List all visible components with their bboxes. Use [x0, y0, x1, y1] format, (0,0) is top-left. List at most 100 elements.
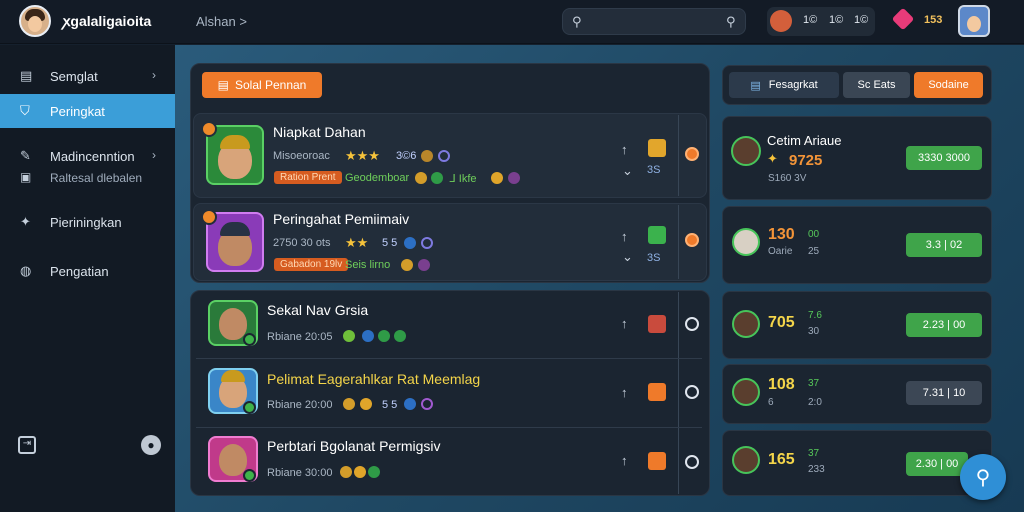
rank-card-sub: S160 3V: [768, 173, 807, 184]
score-pill[interactable]: 2.23 | 00: [906, 313, 982, 337]
score-pill[interactable]: 3330 3000: [906, 146, 982, 170]
profile-avatar[interactable]: [958, 5, 990, 37]
row-side-value: 3S: [647, 164, 661, 176]
shield-icon: [421, 237, 433, 249]
target-icon[interactable]: [685, 455, 699, 469]
arrow-up-icon[interactable]: ↑: [621, 385, 628, 400]
table-row[interactable]: [193, 203, 707, 281]
chevron-down-icon[interactable]: ⌄: [622, 249, 633, 265]
row-divider: [678, 205, 679, 279]
drop-icon: [404, 237, 416, 249]
avatar: [731, 136, 761, 166]
chest-icon: [648, 315, 666, 333]
stat-a: 1©: [803, 14, 818, 26]
search-input[interactable]: ⚲ ⚲: [562, 8, 746, 35]
sidebar-item-semglat[interactable]: ▤ Semglat ›: [0, 59, 175, 93]
trophy-icon: ⛉: [20, 103, 30, 118]
avatar: [732, 228, 760, 256]
sidebar-item-madincenntion[interactable]: ✎ Madincenntion ›: [0, 139, 175, 173]
rank-card-sub-b: 25: [808, 246, 820, 257]
arrow-up-icon[interactable]: ↑: [621, 316, 628, 331]
sidebar-item-label: Pengatian: [50, 264, 109, 279]
edit-icon: ✎: [20, 148, 31, 163]
gem-small-icon: [508, 172, 520, 184]
header-filter-button[interactable]: ▤ Solal Pennan: [202, 72, 322, 98]
leaf-icon: [378, 330, 390, 342]
check-icon: [243, 469, 256, 482]
avatar: [732, 446, 760, 474]
target-icon[interactable]: [685, 317, 699, 331]
table-row[interactable]: [193, 113, 707, 198]
sidebar-item-pieriningkan[interactable]: ✦ Pieriningkan: [0, 205, 175, 239]
list-icon: ▤: [750, 79, 761, 92]
score-pill[interactable]: 7.31 | 10: [906, 381, 982, 405]
settings-icon[interactable]: ●: [141, 435, 161, 455]
gem-small-icon: [418, 259, 430, 271]
sidebar-item-peringkat[interactable]: ⛉ Peringkat: [0, 94, 175, 128]
player-name: Sekal Nav Grsia: [267, 302, 369, 318]
user-avatar[interactable]: [19, 5, 51, 37]
search-submit-icon[interactable]: ⚲: [726, 14, 736, 30]
target-icon[interactable]: [685, 233, 699, 247]
player-stats: 1© 1© 1©: [767, 7, 875, 36]
check-icon: [243, 333, 256, 346]
sidebar-item-pengatian[interactable]: ◍ Pengatian: [0, 254, 175, 288]
row-separator: [196, 427, 702, 428]
arrow-up-icon[interactable]: ↑: [621, 229, 628, 244]
search-fab-button[interactable]: ⚲: [960, 454, 1006, 500]
drop-icon: [362, 330, 374, 342]
leaderboard-panel-bottom: [190, 290, 710, 496]
globe-icon: ◍: [20, 263, 32, 278]
mini-avatar: [770, 10, 792, 32]
chevron-down-icon[interactable]: ⌄: [622, 163, 633, 179]
player-sub: Misoeoroac: [273, 150, 330, 162]
score-pill[interactable]: 3.3 | 02: [906, 233, 982, 257]
stars-icon: ★★★: [345, 148, 380, 163]
rank-card-sub-b: 30: [808, 326, 820, 337]
star-icon: ✦: [767, 151, 778, 166]
leaf-icon: [431, 172, 443, 184]
shield-icon: [421, 398, 433, 410]
target-icon[interactable]: [685, 385, 699, 399]
stat-b: 1©: [829, 14, 844, 26]
tab-fesagrkat[interactable]: ▤ Fesagrkat: [729, 72, 839, 98]
arrow-up-icon[interactable]: ↑: [621, 453, 628, 468]
menu-icon: ▤: [20, 68, 33, 83]
sidebar: ▤ Semglat › ⛉ Peringkat ✎ Madincenntion …: [0, 45, 175, 512]
player-status: Geodemboar: [345, 172, 410, 184]
gem-value: 153: [924, 14, 943, 26]
rank-card-sub-b: 233: [808, 464, 825, 475]
stars-icon: ★★: [345, 235, 369, 250]
coin-icon: [343, 398, 355, 410]
shield-icon: [438, 150, 450, 162]
app-logo[interactable]: ꭗgalaligaioita: [63, 12, 151, 31]
arrow-up-icon[interactable]: ↑: [621, 142, 628, 157]
breadcrumb[interactable]: Alshan ˃: [196, 14, 247, 29]
sidebar-sub-label[interactable]: Raltesal dlebalen: [50, 171, 142, 185]
row-separator: [196, 358, 702, 359]
exit-icon[interactable]: ⇥: [18, 436, 36, 454]
list-icon: ▣: [20, 170, 32, 184]
chest-icon: [648, 226, 666, 244]
rank-card-value: 9725: [789, 152, 823, 169]
chevron-right-icon: ›: [152, 148, 156, 162]
coin-icon: [421, 150, 433, 162]
row-side-value: 3S: [647, 252, 661, 264]
rank-badge-icon: [201, 209, 217, 225]
rank-card-sub-a: 00: [808, 229, 820, 240]
tab-sodaine[interactable]: Sodaine: [914, 72, 983, 98]
score-pill[interactable]: 2.30 | 00: [906, 452, 968, 476]
player-name: Perbtari Bgolanat Permigsiv: [267, 438, 441, 454]
coin-icon: [354, 466, 366, 478]
sidebar-item-label: Pieriningkan: [50, 215, 122, 230]
player-num: 5 5: [382, 237, 398, 249]
player-num: 5 5: [382, 399, 398, 411]
target-icon[interactable]: [685, 147, 699, 161]
check-icon: [243, 401, 256, 414]
chest-icon: [648, 383, 666, 401]
search-icon: ⚲: [975, 466, 991, 489]
chevron-right-icon: ›: [152, 68, 156, 82]
player-sub: Rbiane 30:00: [267, 467, 333, 479]
tab-sc-eats[interactable]: Sc Eats: [843, 72, 910, 98]
header-button-label: Solal Pennan: [234, 78, 307, 92]
